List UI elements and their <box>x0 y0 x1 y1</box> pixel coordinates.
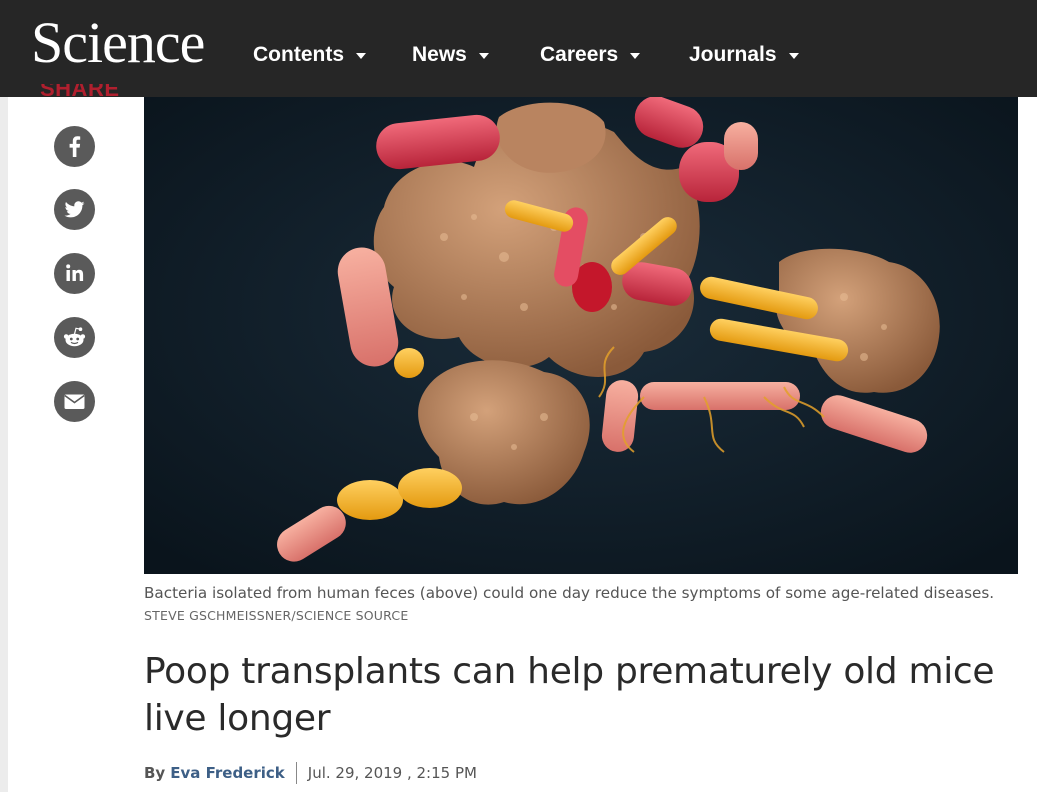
share-label: SHARE <box>40 84 120 101</box>
facebook-icon <box>69 136 81 157</box>
byline: By Eva Frederick Jul. 29, 2019 , 2:15 PM <box>144 762 477 784</box>
nav-journals-label: Journals <box>689 43 777 66</box>
site-header: Science Contents News Careers Journals <box>0 0 1037 97</box>
publish-date: Jul. 29, 2019 , 2:15 PM <box>307 764 477 782</box>
chevron-down-icon <box>630 53 641 59</box>
image-credit: STEVE GSCHMEISSNER/SCIENCE SOURCE <box>144 608 409 623</box>
nav-news-label: News <box>412 43 467 66</box>
nav-journals[interactable]: Journals <box>689 42 799 68</box>
share-twitter-button[interactable] <box>54 189 95 230</box>
chevron-down-icon <box>788 53 799 59</box>
email-icon <box>64 394 85 409</box>
nav-careers-label: Careers <box>540 43 619 66</box>
chevron-down-icon <box>478 53 489 59</box>
left-gutter <box>0 0 8 792</box>
nav-contents-label: Contents <box>253 43 344 66</box>
byline-divider <box>295 762 297 784</box>
reddit-icon <box>63 327 86 347</box>
linkedin-icon <box>66 264 84 281</box>
nav-contents[interactable]: Contents <box>253 42 366 68</box>
share-reddit-button[interactable] <box>54 317 95 358</box>
science-logo[interactable]: Science <box>31 10 205 76</box>
chevron-down-icon <box>356 53 366 59</box>
article-headline: Poop transplants can help prematurely ol… <box>144 651 995 739</box>
share-email-button[interactable] <box>54 381 95 422</box>
bacteria-micrograph <box>144 97 1018 574</box>
share-facebook-button[interactable] <box>54 126 95 167</box>
nav-news[interactable]: News <box>412 42 489 68</box>
image-caption: Bacteria isolated from human feces (abov… <box>144 584 995 602</box>
author-link[interactable]: Eva Frederick <box>170 764 285 782</box>
twitter-icon <box>64 201 85 218</box>
nav-careers[interactable]: Careers <box>540 42 641 68</box>
share-linkedin-button[interactable] <box>54 253 95 294</box>
hero-image <box>144 97 1018 574</box>
byline-prefix: By <box>144 764 166 782</box>
